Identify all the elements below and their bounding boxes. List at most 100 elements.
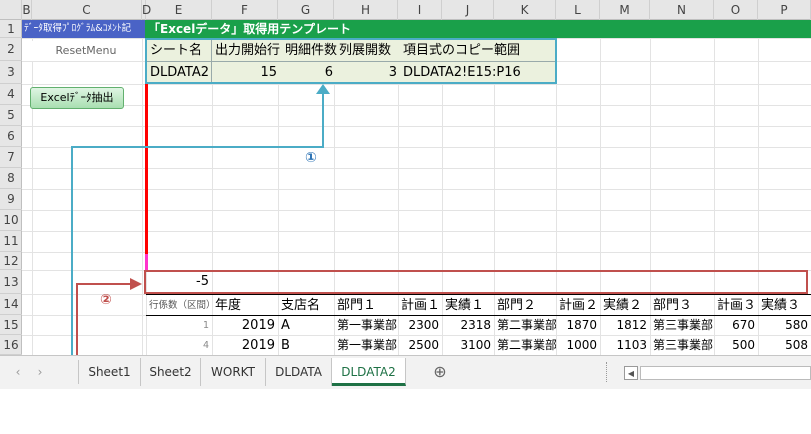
col-header-p[interactable]: P	[758, 0, 811, 20]
row-header-9[interactable]: 9	[0, 189, 22, 210]
program-label-cell: ﾃﾞｰﾀ取得ﾌﾟﾛｸﾞﾗﾑ&ｺﾒﾝﾄ記	[22, 20, 145, 38]
col-header-i[interactable]: I	[398, 0, 442, 20]
param-header-start-row: 出力開始行	[215, 43, 281, 58]
scroll-left-icon[interactable]: ◀	[624, 366, 638, 380]
table-header-plan1: 計画１	[401, 298, 441, 313]
annotation-1-arrowhead-icon	[316, 84, 330, 94]
param-value-copy-range[interactable]: DLDATA2!E15:P16	[400, 63, 550, 82]
row-header-7[interactable]: 7	[0, 147, 22, 168]
table-header-year: 年度	[215, 298, 242, 313]
table-cell[interactable]: 第一事業部	[334, 316, 398, 335]
row-header-16[interactable]: 16	[0, 335, 22, 355]
horizontal-scrollbar[interactable]	[640, 366, 811, 380]
tab-dldata[interactable]: DLDATA	[266, 358, 332, 386]
param-value-detail-count[interactable]: 6	[280, 63, 336, 82]
param-value-sheet[interactable]: DLDATA2	[147, 63, 211, 82]
col-header-j[interactable]: J	[442, 0, 494, 20]
col-header-b[interactable]: B	[22, 0, 32, 20]
table-cell[interactable]: 第三事業部	[650, 336, 714, 355]
blank-area	[0, 389, 811, 434]
table-cell[interactable]: A	[278, 316, 334, 335]
col-header-o[interactable]: O	[714, 0, 758, 20]
tab-splitter[interactable]	[606, 362, 608, 382]
col-header-h[interactable]: H	[334, 0, 398, 20]
table-header-plan2: 計画２	[559, 298, 599, 313]
annotation-2-horizontal	[76, 283, 132, 285]
table-cell[interactable]: 4	[146, 336, 212, 355]
table-cell[interactable]: 第一事業部	[334, 336, 398, 355]
table-cell[interactable]: 1	[146, 316, 212, 335]
table-header-row-factor: 行係数（区間）	[149, 300, 212, 311]
table-header-branch: 支店名	[281, 298, 321, 313]
tab-sheet2[interactable]: Sheet2	[141, 358, 201, 386]
col-header-e[interactable]: E	[146, 0, 212, 20]
row-header-2[interactable]: 2	[0, 38, 22, 61]
col-header-l[interactable]: L	[556, 0, 600, 20]
col-header-n[interactable]: N	[650, 0, 714, 20]
row-header-13[interactable]: 13	[0, 270, 22, 294]
sheet-tab-bar: ‹ › Sheet1 Sheet2 WORKT DLDATA DLDATA2 ⊕…	[0, 355, 811, 389]
table-header-dept1: 部門１	[337, 298, 377, 313]
pink-border-marker	[145, 254, 148, 270]
param-value-start-row[interactable]: 15	[212, 63, 280, 82]
table-cell[interactable]: 3100	[442, 336, 494, 355]
table-cell[interactable]: 2019	[212, 316, 278, 335]
row-header-15[interactable]: 15	[0, 315, 22, 335]
table-header-dept2: 部門２	[497, 298, 537, 313]
excel-data-extract-button[interactable]: Excelﾃﾞｰﾀ抽出	[30, 87, 124, 109]
annotation-1-label: ①	[305, 150, 317, 166]
row-header-8[interactable]: 8	[0, 168, 22, 189]
row-header-6[interactable]: 6	[0, 126, 22, 147]
nav-prev-sheet-icon[interactable]: ‹	[8, 358, 28, 386]
table-cell[interactable]: B	[278, 336, 334, 355]
nav-next-sheet-icon[interactable]: ›	[30, 358, 50, 386]
row-header-12[interactable]: 12	[0, 252, 22, 270]
table-cell[interactable]: 500	[714, 336, 758, 355]
row-header-5[interactable]: 5	[0, 105, 22, 126]
annotation-2-arrowhead-icon	[130, 278, 142, 290]
table-cell[interactable]: 508	[758, 336, 811, 355]
table-cell[interactable]: 1103	[600, 336, 650, 355]
row-header-1[interactable]: 1	[0, 20, 22, 38]
table-cell[interactable]: 第二事業部	[494, 336, 556, 355]
col-header-g[interactable]: G	[278, 0, 334, 20]
row-header-11[interactable]: 11	[0, 231, 22, 252]
tab-workt[interactable]: WORKT	[201, 358, 266, 386]
table-cell[interactable]: 670	[714, 316, 758, 335]
table-header-actual2: 実績２	[603, 298, 643, 313]
row-header-10[interactable]: 10	[0, 210, 22, 231]
col-header-m[interactable]: M	[600, 0, 650, 20]
reset-menu-button[interactable]: ResetMenu	[32, 41, 140, 61]
annotation-1-riser	[322, 90, 324, 148]
row-header-3[interactable]: 3	[0, 61, 22, 84]
col-header-f[interactable]: F	[212, 0, 278, 20]
table-cell[interactable]: 1000	[556, 336, 600, 355]
red-border-marker	[145, 84, 148, 254]
table-cell[interactable]: 2500	[398, 336, 442, 355]
param-value-col-expand[interactable]: 3	[336, 63, 400, 82]
col-header-k[interactable]: K	[494, 0, 556, 20]
add-sheet-icon[interactable]: ⊕	[428, 358, 452, 386]
table-cell[interactable]: 第三事業部	[650, 316, 714, 335]
row-header-14[interactable]: 14	[0, 294, 22, 315]
table-cell[interactable]: 2019	[212, 336, 278, 355]
tab-dldata2[interactable]: DLDATA2	[332, 358, 406, 386]
table-cell[interactable]: 1812	[600, 316, 650, 335]
select-all-corner[interactable]	[0, 0, 22, 20]
tab-sheet1[interactable]: Sheet1	[79, 358, 141, 386]
param-header-col-expand: 列展開数	[339, 43, 392, 58]
table-cell[interactable]: 2300	[398, 316, 442, 335]
row-header-4[interactable]: 4	[0, 84, 22, 105]
table-header-dept3: 部門３	[653, 298, 693, 313]
table-cell[interactable]: 第二事業部	[494, 316, 556, 335]
col-header-c[interactable]: C	[32, 0, 142, 20]
row13-highlight-box	[144, 270, 808, 294]
table-cell[interactable]: 2318	[442, 316, 494, 335]
table-header-actual1: 実績１	[445, 298, 485, 313]
table-cell[interactable]: 580	[758, 316, 811, 335]
table-cell[interactable]: 1870	[556, 316, 600, 335]
table-header-plan3: 計画３	[717, 298, 757, 313]
annotation-1-horizontal	[71, 146, 324, 148]
table-header-top-border	[146, 294, 811, 295]
params-table: シート名 出力開始行 明細件数 列展開数 項目式のコピー範囲 DLDATA2 1…	[145, 38, 557, 84]
